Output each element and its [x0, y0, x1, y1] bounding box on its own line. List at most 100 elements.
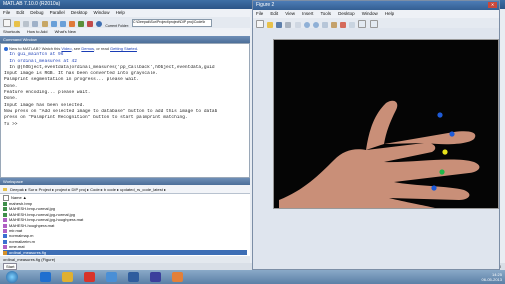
file-type-icon [3, 228, 7, 233]
explorer-folder-icon[interactable] [62, 272, 73, 282]
shortcuts-bar: Shortcuts How to Add What's New [0, 28, 250, 36]
file-name: normalizeim.m [9, 238, 36, 244]
command-prompt[interactable]: fx >> [4, 122, 246, 128]
file-name: MAHESH.bmp-normal.jpg [9, 206, 56, 212]
pan-icon[interactable] [321, 22, 328, 28]
menu-window[interactable]: Window [93, 10, 109, 15]
figure-title-bar: Figure 2 ✕ [253, 1, 499, 10]
paste-icon[interactable] [41, 21, 48, 27]
undo-icon[interactable] [50, 21, 57, 27]
menu-file[interactable]: File [3, 10, 10, 15]
colorbar-icon[interactable] [358, 20, 367, 28]
simulink-icon[interactable] [68, 21, 75, 27]
file-detail-status: ordinal_measures.fig (Figure) [0, 256, 250, 263]
profiler-icon[interactable] [87, 21, 94, 27]
how-to-add-link[interactable]: How to Add [27, 29, 47, 34]
file-name: MAHESH-houghpera.mat [9, 222, 55, 228]
marker-blue [449, 131, 455, 137]
file-name: nme.mat [9, 244, 25, 250]
matlab-menu-bar: File Edit Debug Parallel Desktop Window … [0, 9, 250, 17]
word-icon[interactable] [128, 272, 139, 282]
fig-menu-tools[interactable]: Tools [320, 11, 331, 16]
fig-menu-window[interactable]: Window [362, 11, 378, 16]
open-file-icon[interactable] [267, 22, 274, 28]
command-window[interactable]: New to MATLAB? Watch this Video, see Dem… [0, 43, 250, 178]
zoom-out-icon[interactable] [312, 22, 319, 28]
marker-green [439, 169, 445, 175]
ie-browser-icon[interactable] [40, 272, 51, 282]
file-type-icon [3, 223, 7, 228]
menu-desktop[interactable]: Desktop [71, 10, 88, 15]
brush-icon[interactable] [349, 22, 356, 28]
menu-debug[interactable]: Debug [30, 10, 43, 15]
whats-new-link[interactable]: What's New [55, 29, 76, 34]
copy-icon[interactable] [32, 21, 39, 27]
figure-title: Figure 2 [256, 2, 275, 8]
windows-start-orb-icon[interactable] [6, 271, 18, 283]
matlab-toolbar: Current Folder: C:\Deepak\Sur\Project\pr… [0, 17, 250, 28]
getting-started-link[interactable]: Getting Started [110, 46, 137, 51]
help-icon[interactable] [96, 21, 103, 27]
current-folder-input[interactable]: C:\Deepak\Sur\Project\project\DIP proj\C… [132, 19, 213, 27]
file-name: mir.mat [9, 228, 23, 234]
windows-taskbar: 14:25 06-05-2013 [0, 270, 505, 284]
start-button[interactable]: Start [3, 263, 18, 270]
rotate-icon[interactable] [331, 22, 337, 28]
marker-yellow [442, 149, 448, 155]
folder-icon [3, 188, 7, 191]
save-icon[interactable] [276, 22, 283, 28]
chrome-browser-icon[interactable] [106, 272, 117, 282]
opera-browser-icon[interactable] [84, 272, 95, 282]
new-file-icon[interactable] [3, 19, 11, 27]
command-window-header: Command Window [0, 36, 250, 43]
menu-edit[interactable]: Edit [16, 10, 24, 15]
print-icon[interactable] [285, 22, 292, 28]
open-folder-icon[interactable] [14, 21, 21, 27]
file-name: MAHESH.bmp-normal.jpg-normal.jpg [9, 211, 76, 217]
fig-menu-desktop[interactable]: Desktop [338, 11, 355, 16]
system-tray[interactable]: 14:25 06-05-2013 [442, 272, 502, 282]
new-figure-icon[interactable] [256, 20, 264, 28]
file-name: normalmap.m [9, 233, 34, 239]
folder-breadcrumb[interactable]: Deepak ▸ Sur ▸ Project ▸ project ▸ DIP p… [10, 187, 166, 192]
current-folder-file-list: Name ▲ mahesh.bmp MAHESH.bmp-normal.jpg MAH… [0, 194, 250, 265]
palm-image-axes[interactable] [273, 39, 499, 209]
file-type-icon [3, 245, 7, 250]
file-name: ordinal_measures.fig [9, 249, 47, 255]
demos-link[interactable]: Demos [81, 46, 94, 51]
file-type-icon [3, 212, 7, 217]
fig-menu-edit[interactable]: Edit [270, 11, 278, 16]
matlab-task-icon[interactable] [172, 272, 183, 282]
figure-toolbar [253, 18, 499, 28]
shortcuts-link[interactable]: Shortcuts [3, 29, 20, 34]
file-name: MAHESH.bmp-normal.jpg-houghpera.mat [9, 217, 84, 223]
redo-icon[interactable] [59, 21, 66, 27]
file-type-icon [3, 239, 7, 244]
clock-date: 06-05-2013 [481, 277, 502, 282]
zoom-in-icon[interactable] [303, 22, 310, 28]
folder-path-bar[interactable]: Deepak ▸ Sur ▸ Project ▸ project ▸ DIP p… [0, 185, 250, 194]
video-link[interactable]: Video [61, 46, 71, 51]
data-cursor-icon[interactable] [340, 22, 347, 28]
menu-help[interactable]: Help [116, 10, 125, 15]
fig-menu-file[interactable]: File [256, 11, 263, 16]
palm-image [274, 40, 498, 208]
guide-icon[interactable] [78, 21, 84, 27]
menu-parallel[interactable]: Parallel [50, 10, 65, 15]
command-window-title: Command Window [3, 37, 37, 42]
fig-menu-insert[interactable]: Insert [302, 11, 313, 16]
close-icon[interactable]: ✕ [488, 2, 497, 8]
figure-menu-bar: File Edit View Insert Tools Desktop Wind… [253, 10, 499, 18]
figure-window: Figure 2 ✕ File Edit View Insert Tools D… [252, 0, 500, 270]
fig-menu-help[interactable]: Help [385, 11, 394, 16]
file-type-icon [3, 201, 7, 206]
media-player-icon[interactable] [150, 272, 161, 282]
cut-icon[interactable] [23, 21, 30, 27]
workspace-title: Workspace [3, 179, 23, 184]
marker-blue [431, 185, 437, 191]
pointer-icon[interactable] [294, 22, 301, 28]
marker-blue [437, 112, 443, 118]
fig-menu-view[interactable]: View [285, 11, 295, 16]
file-type-icon [3, 207, 7, 212]
legend-icon[interactable] [369, 20, 378, 28]
